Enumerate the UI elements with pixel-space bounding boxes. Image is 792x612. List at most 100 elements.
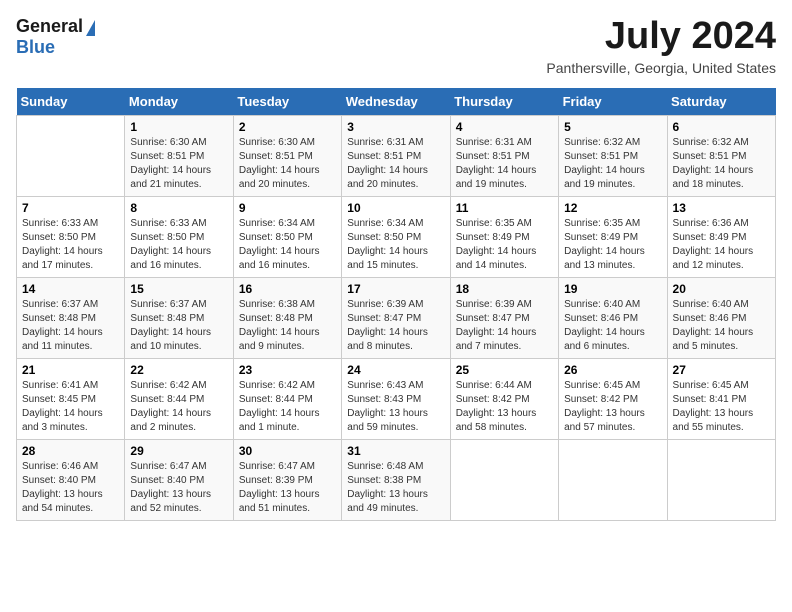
day-info: Sunrise: 6:34 AM Sunset: 8:50 PM Dayligh… xyxy=(239,217,336,273)
day-number: 18 xyxy=(456,282,553,296)
day-info: Sunrise: 6:47 AM Sunset: 8:39 PM Dayligh… xyxy=(239,460,336,516)
day-info: Sunrise: 6:36 AM Sunset: 8:49 PM Dayligh… xyxy=(673,217,770,273)
day-number: 26 xyxy=(564,363,661,377)
weekday-header-tuesday: Tuesday xyxy=(233,88,341,116)
calendar-cell: 1 Sunrise: 6:30 AM Sunset: 8:51 PM Daylig… xyxy=(125,115,233,196)
day-info: Sunrise: 6:45 AM Sunset: 8:41 PM Dayligh… xyxy=(673,379,770,435)
day-info: Sunrise: 6:46 AM Sunset: 8:40 PM Dayligh… xyxy=(22,460,119,516)
calendar-week-row: 14 Sunrise: 6:37 AM Sunset: 8:48 PM Dayli… xyxy=(17,277,776,358)
calendar-cell: 18 Sunrise: 6:39 AM Sunset: 8:47 PM Dayli… xyxy=(450,277,558,358)
day-number: 9 xyxy=(239,201,336,215)
calendar-cell: 26 Sunrise: 6:45 AM Sunset: 8:42 PM Dayli… xyxy=(559,358,667,439)
day-info: Sunrise: 6:38 AM Sunset: 8:48 PM Dayligh… xyxy=(239,298,336,354)
day-info: Sunrise: 6:32 AM Sunset: 8:51 PM Dayligh… xyxy=(564,136,661,192)
day-number: 5 xyxy=(564,120,661,134)
day-info: Sunrise: 6:43 AM Sunset: 8:43 PM Dayligh… xyxy=(347,379,444,435)
calendar-cell xyxy=(450,439,558,520)
calendar-cell: 17 Sunrise: 6:39 AM Sunset: 8:47 PM Dayli… xyxy=(342,277,450,358)
calendar-cell: 2Sunrise: 6:30 AM Sunset: 8:51 PM Daylig… xyxy=(233,115,341,196)
calendar-cell: 10 Sunrise: 6:34 AM Sunset: 8:50 PM Dayli… xyxy=(342,196,450,277)
day-number: 23 xyxy=(239,363,336,377)
day-number: 20 xyxy=(673,282,770,296)
calendar-cell: 15Sunrise: 6:37 AM Sunset: 8:48 PM Dayli… xyxy=(125,277,233,358)
calendar-cell: 22Sunrise: 6:42 AM Sunset: 8:44 PM Dayli… xyxy=(125,358,233,439)
logo: General Blue xyxy=(16,16,95,58)
calendar-week-row: 21 Sunrise: 6:41 AM Sunset: 8:45 PM Dayli… xyxy=(17,358,776,439)
day-number: 4 xyxy=(456,120,553,134)
logo-blue: Blue xyxy=(16,37,55,57)
day-number: 3 xyxy=(347,120,444,134)
day-info: Sunrise: 6:35 AM Sunset: 8:49 PM Dayligh… xyxy=(564,217,661,273)
weekday-header-saturday: Saturday xyxy=(667,88,775,116)
calendar-cell: 31 Sunrise: 6:48 AM Sunset: 8:38 PM Dayli… xyxy=(342,439,450,520)
day-number: 27 xyxy=(673,363,770,377)
day-number: 21 xyxy=(22,363,119,377)
calendar-week-row: 7 Sunrise: 6:33 AM Sunset: 8:50 PM Daylig… xyxy=(17,196,776,277)
day-info: Sunrise: 6:42 AM Sunset: 8:44 PM Dayligh… xyxy=(130,379,227,435)
calendar-cell: 30 Sunrise: 6:47 AM Sunset: 8:39 PM Dayli… xyxy=(233,439,341,520)
day-info: Sunrise: 6:39 AM Sunset: 8:47 PM Dayligh… xyxy=(347,298,444,354)
page-header: General Blue July 2024 Panthersville, Ge… xyxy=(16,16,776,76)
day-info: Sunrise: 6:39 AM Sunset: 8:47 PM Dayligh… xyxy=(456,298,553,354)
weekday-header-monday: Monday xyxy=(125,88,233,116)
calendar-cell: 20 Sunrise: 6:40 AM Sunset: 8:46 PM Dayli… xyxy=(667,277,775,358)
calendar-cell: 27 Sunrise: 6:45 AM Sunset: 8:41 PM Dayli… xyxy=(667,358,775,439)
day-info: Sunrise: 6:30 AM Sunset: 8:51 PM Dayligh… xyxy=(130,136,227,192)
day-info: Sunrise: 6:40 AM Sunset: 8:46 PM Dayligh… xyxy=(673,298,770,354)
calendar-cell: 28 Sunrise: 6:46 AM Sunset: 8:40 PM Dayli… xyxy=(17,439,125,520)
day-info: Sunrise: 6:41 AM Sunset: 8:45 PM Dayligh… xyxy=(22,379,119,435)
calendar-cell: 19Sunrise: 6:40 AM Sunset: 8:46 PM Dayli… xyxy=(559,277,667,358)
day-info: Sunrise: 6:48 AM Sunset: 8:38 PM Dayligh… xyxy=(347,460,444,516)
day-number: 25 xyxy=(456,363,553,377)
day-number: 8 xyxy=(130,201,227,215)
weekday-header-row: SundayMondayTuesdayWednesdayThursdayFrid… xyxy=(17,88,776,116)
calendar-cell xyxy=(559,439,667,520)
day-number: 31 xyxy=(347,444,444,458)
day-info: Sunrise: 6:37 AM Sunset: 8:48 PM Dayligh… xyxy=(130,298,227,354)
calendar-cell: 13Sunrise: 6:36 AM Sunset: 8:49 PM Dayli… xyxy=(667,196,775,277)
day-number: 11 xyxy=(456,201,553,215)
day-number: 1 xyxy=(130,120,227,134)
calendar-cell xyxy=(17,115,125,196)
day-number: 6 xyxy=(673,120,770,134)
day-info: Sunrise: 6:33 AM Sunset: 8:50 PM Dayligh… xyxy=(130,217,227,273)
day-number: 16 xyxy=(239,282,336,296)
calendar-cell: 14 Sunrise: 6:37 AM Sunset: 8:48 PM Dayli… xyxy=(17,277,125,358)
day-info: Sunrise: 6:34 AM Sunset: 8:50 PM Dayligh… xyxy=(347,217,444,273)
calendar-cell: 21 Sunrise: 6:41 AM Sunset: 8:45 PM Dayli… xyxy=(17,358,125,439)
day-info: Sunrise: 6:44 AM Sunset: 8:42 PM Dayligh… xyxy=(456,379,553,435)
day-info: Sunrise: 6:45 AM Sunset: 8:42 PM Dayligh… xyxy=(564,379,661,435)
calendar-table: SundayMondayTuesdayWednesdayThursdayFrid… xyxy=(16,88,776,521)
calendar-cell: 6Sunrise: 6:32 AM Sunset: 8:51 PM Daylig… xyxy=(667,115,775,196)
calendar-cell: 4Sunrise: 6:31 AM Sunset: 8:51 PM Daylig… xyxy=(450,115,558,196)
day-number: 24 xyxy=(347,363,444,377)
day-number: 30 xyxy=(239,444,336,458)
day-info: Sunrise: 6:40 AM Sunset: 8:46 PM Dayligh… xyxy=(564,298,661,354)
day-info: Sunrise: 6:35 AM Sunset: 8:49 PM Dayligh… xyxy=(456,217,553,273)
day-info: Sunrise: 6:33 AM Sunset: 8:50 PM Dayligh… xyxy=(22,217,119,273)
calendar-week-row: 28 Sunrise: 6:46 AM Sunset: 8:40 PM Dayli… xyxy=(17,439,776,520)
calendar-cell: 9 Sunrise: 6:34 AM Sunset: 8:50 PM Daylig… xyxy=(233,196,341,277)
calendar-cell: 7 Sunrise: 6:33 AM Sunset: 8:50 PM Daylig… xyxy=(17,196,125,277)
calendar-week-row: 1 Sunrise: 6:30 AM Sunset: 8:51 PM Daylig… xyxy=(17,115,776,196)
day-number: 10 xyxy=(347,201,444,215)
day-info: Sunrise: 6:42 AM Sunset: 8:44 PM Dayligh… xyxy=(239,379,336,435)
calendar-cell: 12 Sunrise: 6:35 AM Sunset: 8:49 PM Dayli… xyxy=(559,196,667,277)
calendar-cell: 8 Sunrise: 6:33 AM Sunset: 8:50 PM Daylig… xyxy=(125,196,233,277)
calendar-cell: 29Sunrise: 6:47 AM Sunset: 8:40 PM Dayli… xyxy=(125,439,233,520)
weekday-header-sunday: Sunday xyxy=(17,88,125,116)
calendar-cell: 5 Sunrise: 6:32 AM Sunset: 8:51 PM Daylig… xyxy=(559,115,667,196)
calendar-cell: 16 Sunrise: 6:38 AM Sunset: 8:48 PM Dayli… xyxy=(233,277,341,358)
calendar-cell xyxy=(667,439,775,520)
calendar-cell: 3 Sunrise: 6:31 AM Sunset: 8:51 PM Daylig… xyxy=(342,115,450,196)
day-number: 14 xyxy=(22,282,119,296)
day-info: Sunrise: 6:31 AM Sunset: 8:51 PM Dayligh… xyxy=(347,136,444,192)
weekday-header-wednesday: Wednesday xyxy=(342,88,450,116)
day-info: Sunrise: 6:37 AM Sunset: 8:48 PM Dayligh… xyxy=(22,298,119,354)
calendar-title: July 2024 Panthersville, Georgia, United… xyxy=(546,16,776,76)
day-number: 7 xyxy=(22,201,119,215)
day-number: 12 xyxy=(564,201,661,215)
day-number: 28 xyxy=(22,444,119,458)
logo-general: General xyxy=(16,16,83,37)
day-number: 17 xyxy=(347,282,444,296)
